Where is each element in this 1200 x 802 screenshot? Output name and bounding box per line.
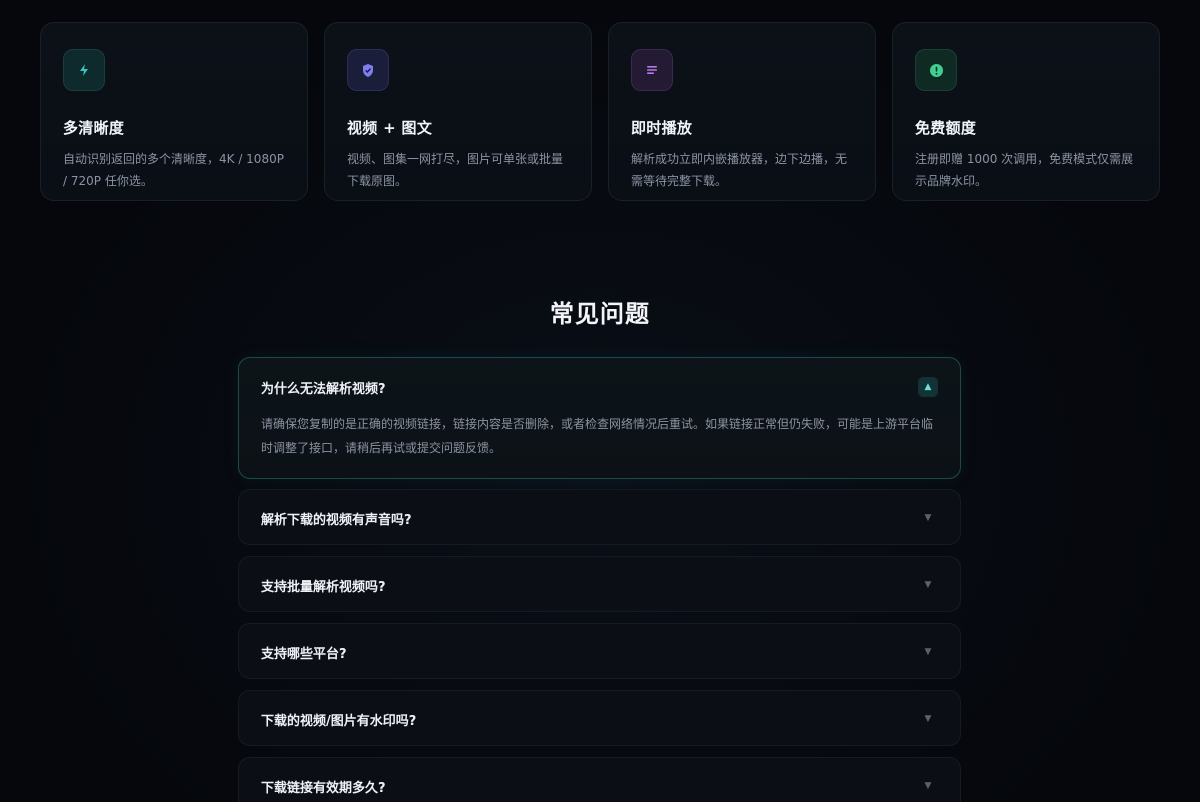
page: 多清晰度 自动识别返回的多个清晰度，4K / 1080P / 720P 任你选。… — [0, 0, 1200, 802]
faq-question: 下载链接有效期多久? — [261, 780, 386, 796]
list-icon — [647, 66, 657, 74]
feature-description: 视频、图集一网打尽，图片可单张或批量下载原图。 — [347, 152, 564, 188]
faq-question-row[interactable]: 解析下载的视频有声音吗? ▼ — [261, 490, 938, 546]
faq-question: 为什么无法解析视频? — [261, 381, 386, 397]
chevron-down-icon[interactable]: ▼ — [918, 776, 938, 796]
lightning-icon — [80, 64, 88, 76]
feature-card-video-image: 视频 + 图文 视频、图集一网打尽，图片可单张或批量下载原图。 — [324, 22, 592, 201]
feature-icon-badge — [63, 49, 105, 91]
feature-description: 解析成功立即内嵌播放器，边下边播，无需等待完整下载。 — [631, 152, 848, 188]
faq-list: 为什么无法解析视频? ▲ 请确保您复制的是正确的视频链接，链接内容是否删除，或者… — [238, 357, 961, 802]
feature-card-multi-resolution: 多清晰度 自动识别返回的多个清晰度，4K / 1080P / 720P 任你选。 — [40, 22, 308, 201]
faq-question-row[interactable]: 为什么无法解析视频? ▲ — [261, 358, 938, 416]
faq-item-link-validity[interactable]: 下载链接有效期多久? ▼ — [238, 757, 961, 802]
feature-grid: 多清晰度 自动识别返回的多个清晰度，4K / 1080P / 720P 任你选。… — [40, 22, 1160, 201]
shield-icon — [363, 63, 373, 77]
feature-description: 注册即赠 1000 次调用，免费模式仅需展示品牌水印。 — [915, 152, 1134, 188]
faq-question-row[interactable]: 支持批量解析视频吗? ▼ — [261, 557, 938, 613]
chevron-up-icon[interactable]: ▲ — [918, 377, 938, 397]
faq-item-cannot-parse[interactable]: 为什么无法解析视频? ▲ 请确保您复制的是正确的视频链接，链接内容是否删除，或者… — [238, 357, 961, 479]
feature-description: 自动识别返回的多个清晰度，4K / 1080P / 720P 任你选。 — [63, 152, 284, 188]
faq-question: 支持哪些平台? — [261, 646, 347, 662]
faq-item-platforms[interactable]: 支持哪些平台? ▼ — [238, 623, 961, 679]
faq-item-has-audio[interactable]: 解析下载的视频有声音吗? ▼ — [238, 489, 961, 545]
chevron-down-icon[interactable]: ▼ — [918, 642, 938, 662]
faq-question-row[interactable]: 下载的视频/图片有水印吗? ▼ — [261, 691, 938, 747]
faq-answer: 请确保您复制的是正确的视频链接，链接内容是否删除，或者检查网络情况后重试。如果链… — [261, 417, 934, 455]
faq-item-watermark[interactable]: 下载的视频/图片有水印吗? ▼ — [238, 690, 961, 746]
faq-item-batch-parse[interactable]: 支持批量解析视频吗? ▼ — [238, 556, 961, 612]
faq-question-row[interactable]: 支持哪些平台? ▼ — [261, 624, 938, 680]
feature-title: 免费额度 — [915, 119, 977, 137]
feature-icon-badge — [347, 49, 389, 91]
feature-title: 视频 + 图文 — [347, 119, 433, 137]
feature-icon-badge — [915, 49, 957, 91]
chevron-down-icon[interactable]: ▼ — [918, 709, 938, 729]
faq-question: 解析下载的视频有声音吗? — [261, 512, 412, 528]
info-circle-icon — [929, 63, 943, 77]
faq-section-title: 常见问题 — [550, 300, 650, 328]
feature-icon-badge — [631, 49, 673, 91]
faq-question-row[interactable]: 下载链接有效期多久? ▼ — [261, 758, 938, 802]
feature-card-instant-play: 即时播放 解析成功立即内嵌播放器，边下边播，无需等待完整下载。 — [608, 22, 876, 201]
feature-card-free-quota: 免费额度 注册即赠 1000 次调用，免费模式仅需展示品牌水印。 — [892, 22, 1160, 201]
feature-title: 多清晰度 — [63, 119, 125, 137]
feature-title: 即时播放 — [631, 119, 693, 137]
faq-question: 下载的视频/图片有水印吗? — [261, 713, 417, 729]
faq-question: 支持批量解析视频吗? — [261, 579, 386, 595]
chevron-down-icon[interactable]: ▼ — [918, 508, 938, 528]
chevron-down-icon[interactable]: ▼ — [918, 575, 938, 595]
